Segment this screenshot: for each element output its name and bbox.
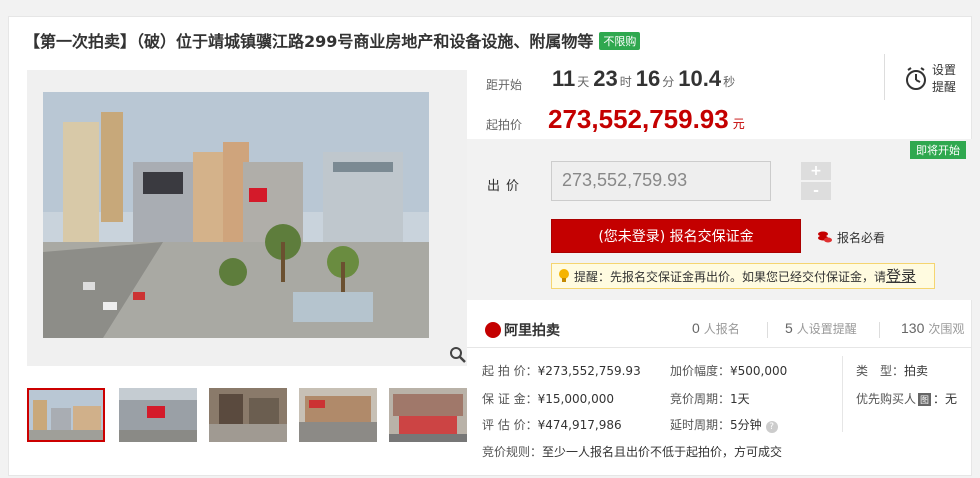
registered-number: 0 xyxy=(692,320,700,336)
detail-value: ¥474,917,986 xyxy=(537,418,622,432)
countdown-seconds: 10.4 xyxy=(678,66,722,91)
main-property-image[interactable] xyxy=(27,70,467,366)
detail-value: 拍卖 xyxy=(904,364,929,378)
purchase-unlimited-tag: 不限购 xyxy=(599,32,641,50)
divider xyxy=(842,356,843,432)
detail-type: 类 型：拍卖 xyxy=(856,362,928,379)
detail-label: 起 拍 价： xyxy=(482,364,538,378)
start-price-amount: 273,552,759.93 xyxy=(548,104,729,134)
detail-appraisal: 评 估 价：¥474,917,986 xyxy=(482,416,622,433)
registered-label: 人报名 xyxy=(703,322,740,336)
thumbnail-1[interactable] xyxy=(27,388,105,442)
detail-label: 竞价周期： xyxy=(670,392,731,406)
view-number: 130 xyxy=(901,320,925,336)
detail-priority-buyer: 优先购买人图：无 xyxy=(856,390,957,407)
reminder-label[interactable]: 设置 提醒 xyxy=(932,62,962,96)
detail-label: 优先购买人 xyxy=(856,392,917,406)
days-unit: 天 xyxy=(577,75,590,89)
detail-bid-rule: 竞价规则：至少一人报名且出价不低于起拍价，方可成交 xyxy=(482,443,782,460)
detail-value: 1天 xyxy=(730,392,750,406)
view-count: 130 次围观 xyxy=(901,320,964,337)
detail-label: 保 证 金： xyxy=(482,392,538,406)
view-label: 次围观 xyxy=(928,322,965,336)
reminder-count-label: 人设置提醒 xyxy=(796,322,857,336)
thumbnail-5[interactable] xyxy=(389,388,467,442)
detail-value: 至少一人报名且出价不低于起拍价，方可成交 xyxy=(542,445,783,459)
login-tip: 提醒：先报名交保证金再出价。如果您已经交付保证金，请登录 xyxy=(551,263,935,289)
property-photo xyxy=(43,92,429,338)
divider xyxy=(879,322,880,338)
detail-cycle: 竞价周期：1天 xyxy=(670,390,750,407)
countdown-label: 距开始 xyxy=(486,78,523,92)
tip-text: 提醒：先报名交保证金再出价。如果您已经交付保证金，请 xyxy=(574,270,887,284)
thumbnail-strip xyxy=(27,388,467,444)
detail-value: ¥15,000,000 xyxy=(537,392,614,406)
ali-auction-logo: 阿里拍卖 xyxy=(485,320,560,340)
title-text: 【第一次拍卖】（破）位于靖城镇骥江路299号商业房地产和设备设施、附属物等 xyxy=(24,32,594,51)
must-read-text: 报名必看 xyxy=(837,231,886,245)
help-icon[interactable]: ? xyxy=(765,421,778,433)
brand-text: 阿里拍卖 xyxy=(504,323,560,339)
detail-deposit: 保 证 金：¥15,000,000 xyxy=(482,390,614,407)
detail-value: ¥273,552,759.93 xyxy=(537,364,641,378)
thumbnail-4[interactable] xyxy=(299,388,377,442)
countdown-timer: 11 天 23 时 16 分 10.4 秒 xyxy=(552,66,739,92)
login-link[interactable]: 登录 xyxy=(886,267,916,285)
start-price-label: 起拍价 xyxy=(486,118,523,132)
divider xyxy=(767,322,768,338)
reminder-line1: 设置 xyxy=(932,63,957,77)
start-price-value: 273,552,759.93 元 xyxy=(548,104,745,135)
bid-panel: 即将开始 出价 273,552,759.93 + - (您未登录) 报名交保证金… xyxy=(467,139,972,300)
register-deposit-button[interactable]: (您未登录) 报名交保证金 xyxy=(551,219,801,253)
detail-label: 延时周期： xyxy=(670,418,731,432)
registered-count: 0 人报名 xyxy=(692,320,740,337)
detail-value: ：无 xyxy=(933,392,958,406)
detail-start-price: 起 拍 价：¥273,552,759.93 xyxy=(482,362,641,379)
increase-bid-button[interactable]: + xyxy=(801,162,831,180)
reminder-line2: 提醒 xyxy=(932,80,957,94)
lightbulb-icon xyxy=(559,269,569,282)
hours-unit: 时 xyxy=(619,75,632,89)
stats-bar: 阿里拍卖 0 人报名 5 人设置提醒 130 次围观 xyxy=(467,312,972,348)
thumbnail-2[interactable] xyxy=(119,388,197,442)
bid-label: 出价 xyxy=(487,179,526,194)
countdown-hours: 23 xyxy=(593,66,618,91)
decrease-bid-button[interactable]: - xyxy=(801,182,831,200)
countdown-days: 11 xyxy=(552,66,576,91)
must-read-link[interactable]: 报名必看 xyxy=(817,229,885,246)
reminder-count: 5 人设置提醒 xyxy=(785,320,857,337)
detail-increment: 加价幅度：¥500,000 xyxy=(670,362,787,379)
countdown-minutes: 16 xyxy=(635,66,661,91)
status-badge: 即将开始 xyxy=(910,141,966,159)
page-title: 【第一次拍卖】（破）位于靖城镇骥江路299号商业房地产和设备设施、附属物等 不限购 xyxy=(24,28,641,52)
thumbnail-3[interactable] xyxy=(209,388,287,442)
coins-icon xyxy=(818,231,832,243)
seconds-unit: 秒 xyxy=(723,75,736,89)
detail-label: 竞价规则： xyxy=(482,445,543,459)
detail-value: 5分钟 xyxy=(730,418,762,432)
ali-logo-icon xyxy=(485,322,501,338)
zoom-icon[interactable] xyxy=(449,346,467,364)
reminder-number: 5 xyxy=(785,320,793,336)
priority-icon: 图 xyxy=(918,393,932,406)
minutes-unit: 分 xyxy=(662,75,675,89)
alarm-clock-icon xyxy=(906,67,926,90)
detail-delay: 延时周期：5分钟? xyxy=(670,416,778,433)
detail-value: ¥500,000 xyxy=(730,364,788,378)
start-price-unit: 元 xyxy=(732,117,745,131)
detail-label: 类 型： xyxy=(856,364,905,378)
detail-label: 评 估 价： xyxy=(482,418,538,432)
bid-amount-input[interactable]: 273,552,759.93 xyxy=(551,161,771,201)
detail-label: 加价幅度： xyxy=(670,364,731,378)
